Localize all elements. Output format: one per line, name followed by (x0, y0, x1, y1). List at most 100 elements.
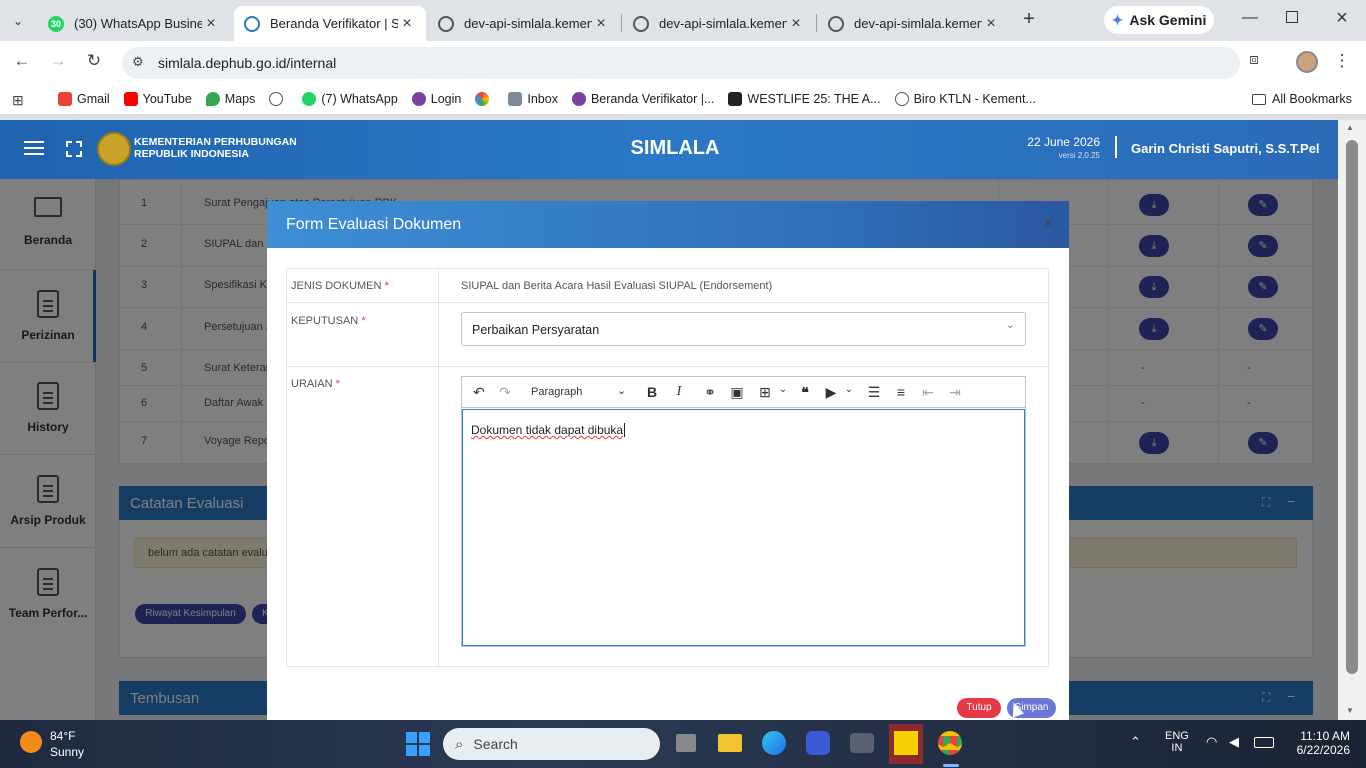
scroll-up-icon[interactable]: ▲ (1346, 123, 1354, 132)
bookmark-gmail[interactable]: Gmail (58, 92, 110, 106)
new-tab-icon[interactable]: + (1017, 8, 1041, 32)
editor-content[interactable]: Dokumen tidak dapat dibuka (462, 409, 1025, 646)
scroll-down-icon[interactable]: ▼ (1346, 706, 1354, 715)
jenis-dokumen-label: JENIS DOKUMEN * (291, 280, 389, 292)
scrollbar-thumb[interactable] (1346, 140, 1358, 674)
bookmark-pinwheel[interactable] (475, 92, 494, 106)
ask-gemini-button[interactable]: ✦ Ask Gemini (1104, 6, 1214, 34)
westlife-icon (728, 92, 743, 106)
tab-whatsapp[interactable]: 30 (30) WhatsApp Business × (38, 6, 230, 41)
indent-icon[interactable]: ⇥ (945, 384, 965, 401)
windows-taskbar: 84°F Sunny ⌕ Search ⌃ ENG IN ◠ ◀ 11:10 A… (0, 720, 1366, 768)
close-tab-icon[interactable]: × (982, 15, 1000, 33)
bookmark-maps[interactable]: Maps (205, 92, 255, 106)
maximize-icon[interactable] (1286, 11, 1298, 23)
clock-date: 6/22/2026 (1296, 743, 1350, 757)
app-header: KEMENTERIAN PERHUBUNGAN REPUBLIK INDONES… (0, 120, 1338, 179)
modal-close-icon[interactable]: × (1044, 215, 1053, 233)
close-tab-icon[interactable]: × (202, 15, 220, 33)
address-bar[interactable]: ⚙ simlala.dephub.go.id/internal (122, 47, 1240, 79)
app-icon[interactable] (806, 731, 830, 755)
volume-icon[interactable]: ◀ (1229, 734, 1239, 750)
extensions-icon[interactable]: ⧈ (1242, 51, 1266, 68)
language-indicator[interactable]: ENG IN (1165, 730, 1189, 754)
weather-condition[interactable]: Sunny (50, 745, 84, 759)
chrome-icon[interactable] (938, 731, 962, 755)
apps-grid-icon[interactable]: ⊞ (12, 92, 24, 109)
keputusan-select[interactable]: Perbaikan Persyaratan ⌄ (461, 312, 1026, 346)
bookmark-globe[interactable] (269, 92, 288, 106)
bookmarks-bar: ⊞ Gmail YouTube Maps (7) WhatsApp Login … (0, 85, 1366, 115)
insert-table-icon[interactable]: ⊞ (755, 384, 775, 401)
back-icon[interactable]: ← (10, 51, 34, 71)
forward-icon[interactable]: → (46, 51, 70, 71)
tab-dev-api-3[interactable]: dev-api-simlala.kemenl × (818, 6, 1010, 41)
tab-search-icon[interactable]: ⌄ (6, 10, 30, 32)
form-col-divider (438, 268, 439, 667)
task-view-icon[interactable] (676, 734, 696, 752)
insert-image-icon[interactable]: ▣ (727, 384, 747, 401)
site-info-icon[interactable]: ⚙ (132, 54, 144, 70)
bookmark-whatsapp[interactable]: (7) WhatsApp (302, 92, 398, 106)
weather-temp[interactable]: 84°F (50, 729, 75, 743)
file-explorer-icon[interactable] (718, 734, 742, 752)
format-dropdown[interactable]: Paragraph ⌄ (524, 378, 634, 406)
weather-sun-icon[interactable] (20, 731, 42, 753)
tab-dev-api-1[interactable]: dev-api-simlala.kemenl × (428, 6, 620, 41)
close-tab-icon[interactable]: × (398, 15, 416, 33)
profile-avatar[interactable] (1296, 51, 1318, 73)
edge-icon[interactable] (762, 731, 786, 755)
close-tab-icon[interactable]: × (787, 15, 805, 33)
chevron-down-icon[interactable]: ⌄ (839, 384, 859, 395)
bookmark-beranda[interactable]: Beranda Verifikator |... (571, 92, 715, 106)
windows-start-icon[interactable] (406, 732, 430, 756)
bookmark-login[interactable]: Login (411, 92, 462, 106)
close-tab-icon[interactable]: × (592, 15, 610, 33)
tab-label: dev-api-simlala.kemenl (659, 16, 787, 31)
chevron-down-icon[interactable]: ⌄ (773, 384, 793, 395)
wifi-icon[interactable]: ◠ (1206, 734, 1217, 750)
clock[interactable]: 11:10 AM 6/22/2026 (1290, 729, 1350, 757)
all-bookmarks[interactable]: All Bookmarks (1252, 92, 1352, 106)
tutup-button[interactable]: Tutup (957, 698, 1001, 718)
simlala-favicon-icon (244, 15, 260, 32)
minimize-icon[interactable]: — (1238, 9, 1262, 27)
form-evaluasi-modal: Form Evaluasi Dokumen × JENIS DOKUMEN * … (267, 201, 1069, 721)
reload-icon[interactable]: ↻ (82, 51, 106, 71)
bold-icon[interactable]: B (642, 384, 662, 400)
bookmark-label: Login (430, 92, 462, 106)
bookmark-label: Beranda Verifikator |... (590, 92, 715, 106)
camera-icon[interactable] (850, 733, 874, 753)
link-icon[interactable]: ⚭ (700, 384, 720, 401)
sticky-notes-icon[interactable] (894, 731, 918, 755)
italic-icon[interactable]: I (669, 384, 689, 400)
tab-dev-api-2[interactable]: dev-api-simlala.kemenl × (623, 6, 815, 41)
numbered-list-icon[interactable]: ≡ (891, 384, 911, 400)
insert-media-icon[interactable]: ▶ (821, 384, 841, 401)
bulleted-list-icon[interactable]: ☰ (864, 384, 884, 401)
outdent-icon[interactable]: ⇤ (918, 384, 938, 401)
tab-divider (816, 14, 817, 32)
tab-beranda-verifikator[interactable]: Beranda Verifikator | Si × (234, 6, 426, 41)
jenis-dokumen-value: SIUPAL dan Berita Acara Hasil Evaluasi S… (461, 280, 773, 292)
editor-toolbar: ↶ ↷ Paragraph ⌄ B I ⚭ ▣ ⊞ ⌄ ❝ ▶ ⌄ ☰ ≡ ⇤ … (462, 377, 1025, 408)
redo-icon[interactable]: ↷ (495, 384, 515, 401)
menu-kebab-icon[interactable]: ⋮ (1330, 51, 1354, 71)
battery-icon[interactable] (1254, 737, 1274, 748)
bookmark-biro-ktln[interactable]: Biro KTLN - Kement... (894, 92, 1036, 106)
search-placeholder: Search (473, 736, 518, 752)
page-scrollbar[interactable]: ▲ ▼ (1338, 120, 1366, 720)
chevron-up-icon[interactable]: ⌃ (1130, 734, 1141, 750)
hamburger-menu-icon[interactable] (24, 141, 44, 143)
bookmark-inbox[interactable]: Inbox (508, 92, 558, 106)
user-name[interactable]: Garin Christi Saputri, S.S.T.Pel (1131, 141, 1320, 156)
taskbar-search[interactable]: ⌕ Search (443, 728, 660, 760)
app-title: SIMLALA (630, 137, 720, 159)
bookmark-westlife[interactable]: WESTLIFE 25: THE A... (728, 92, 881, 106)
fullscreen-icon[interactable] (66, 141, 82, 157)
label-text: URAIAN (291, 378, 333, 390)
blockquote-icon[interactable]: ❝ (795, 384, 815, 401)
undo-icon[interactable]: ↶ (469, 384, 489, 401)
close-window-icon[interactable]: × (1330, 7, 1354, 30)
bookmark-youtube[interactable]: YouTube (123, 92, 192, 106)
